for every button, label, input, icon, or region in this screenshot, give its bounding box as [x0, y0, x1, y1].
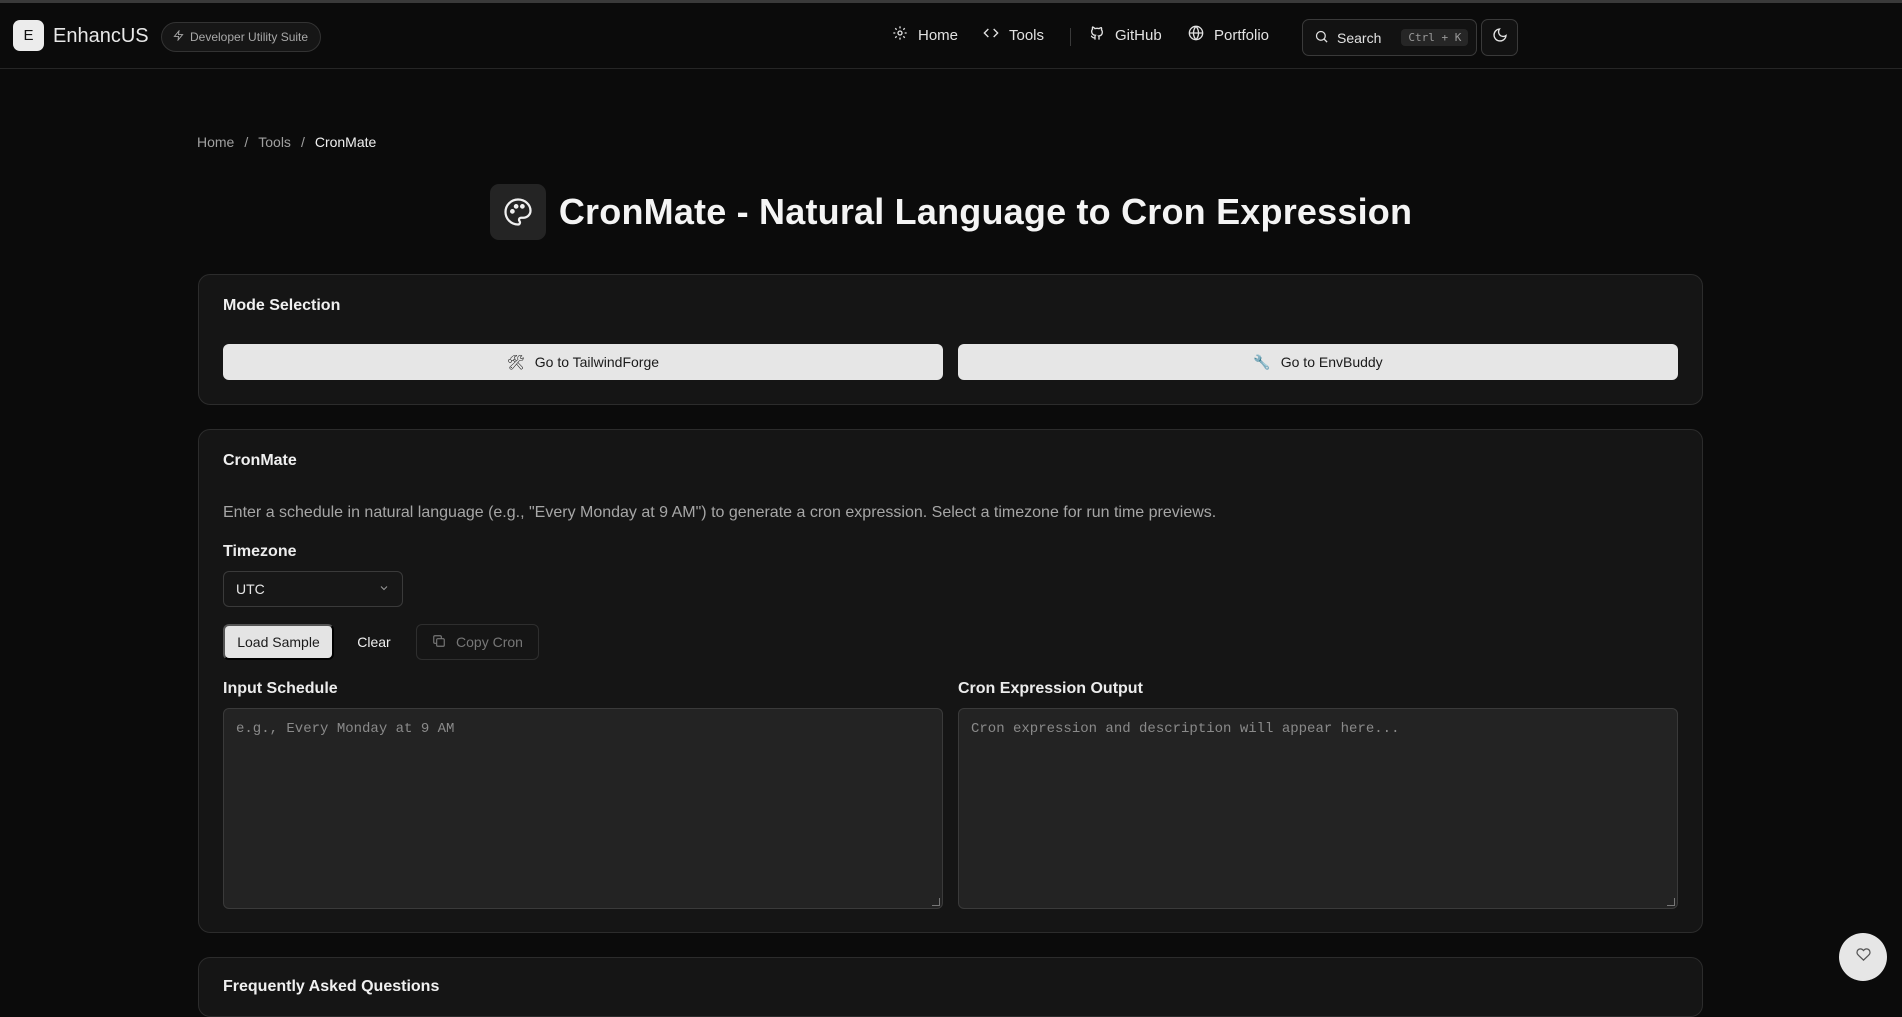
- cronmate-title: CronMate: [223, 452, 297, 469]
- breadcrumb-home[interactable]: Home: [197, 134, 234, 150]
- nav-portfolio[interactable]: Portfolio: [1188, 25, 1269, 45]
- cron-output-placeholder: Cron expression and description will app…: [971, 721, 1400, 737]
- go-to-tailwindforge-label: Go to TailwindForge: [534, 354, 660, 370]
- copy-cron-label: Copy Cron: [456, 634, 523, 650]
- nav-tools-label: Tools: [1009, 26, 1045, 44]
- page-title: CronMate - Natural Language to Cron Expr…: [558, 191, 1413, 232]
- app-header: E EnhancUS Developer Utility Suite Home …: [0, 3, 1902, 69]
- logo-letter: E: [23, 27, 34, 44]
- breadcrumb-separator: /: [300, 134, 305, 150]
- cron-output-label: Cron Expression Output: [958, 680, 1143, 697]
- logo-badge[interactable]: E: [13, 20, 44, 51]
- faq-title: Frequently Asked Questions: [223, 978, 440, 995]
- breadcrumb-tools[interactable]: Tools: [258, 134, 291, 150]
- breadcrumb-separator: /: [244, 134, 249, 150]
- go-to-envbuddy-label: Go to EnvBuddy: [1280, 354, 1383, 370]
- input-schedule-textarea[interactable]: e.g., Every Monday at 9 AM: [223, 708, 943, 909]
- go-to-envbuddy-button[interactable]: 🔧 Go to EnvBuddy: [958, 344, 1678, 380]
- cronmate-card: CronMate Enter a schedule in natural lan…: [198, 429, 1703, 933]
- load-sample-button[interactable]: Load Sample: [223, 624, 334, 660]
- breadcrumb: Home / Tools / CronMate: [197, 134, 376, 150]
- github-icon: [1089, 25, 1105, 45]
- breadcrumb-current: CronMate: [314, 134, 377, 150]
- heart-icon: [1855, 947, 1871, 967]
- page-heading: CronMate - Natural Language to Cron Expr…: [0, 184, 1902, 240]
- nav-tools[interactable]: Tools: [983, 25, 1044, 45]
- search-icon: [1314, 29, 1329, 47]
- nav-home-label: Home: [918, 26, 959, 44]
- search-shortcut: Ctrl + K: [1401, 29, 1469, 46]
- faq-card: Frequently Asked Questions: [198, 957, 1703, 1017]
- lightning-icon: [173, 29, 184, 44]
- timezone-label: Timezone: [223, 543, 297, 560]
- theme-toggle-button[interactable]: [1481, 19, 1518, 56]
- nav-divider: [1070, 28, 1071, 46]
- search-button[interactable]: Search Ctrl + K: [1302, 19, 1477, 56]
- nav-portfolio-label: Portfolio: [1214, 26, 1270, 44]
- timezone-select[interactable]: UTC: [223, 571, 403, 607]
- cron-output-textarea[interactable]: Cron expression and description will app…: [958, 708, 1678, 909]
- nav-home[interactable]: Home: [892, 25, 958, 45]
- resize-handle[interactable]: [1667, 898, 1675, 906]
- search-label: Search: [1337, 29, 1382, 46]
- code-icon: [983, 25, 999, 45]
- wrench-icon: 🔧: [1253, 353, 1271, 370]
- resize-handle[interactable]: [932, 898, 940, 906]
- chevron-down-icon: [378, 581, 390, 597]
- hammer-wrench-icon: 🛠: [506, 353, 525, 370]
- palette-icon: [489, 184, 546, 240]
- copy-cron-button[interactable]: Copy Cron: [416, 624, 539, 660]
- brand-name[interactable]: EnhancUS: [53, 25, 149, 48]
- nav-github[interactable]: GitHub: [1089, 25, 1162, 45]
- copy-icon: [432, 634, 446, 651]
- input-schedule-label: Input Schedule: [223, 680, 338, 697]
- clear-button[interactable]: Clear: [336, 624, 412, 660]
- mode-selection-card: Mode Selection 🛠 Go to TailwindForge 🔧 G…: [198, 274, 1703, 405]
- input-schedule-placeholder: e.g., Every Monday at 9 AM: [236, 721, 455, 737]
- go-to-tailwindforge-button[interactable]: 🛠 Go to TailwindForge: [223, 344, 943, 380]
- favorite-button[interactable]: [1839, 933, 1887, 981]
- moon-icon: [1492, 27, 1508, 48]
- suite-badge-label: Developer Utility Suite: [190, 30, 309, 44]
- timezone-value: UTC: [236, 581, 265, 597]
- mode-selection-title: Mode Selection: [223, 297, 341, 314]
- suite-badge: Developer Utility Suite: [161, 22, 322, 52]
- nav-github-label: GitHub: [1115, 26, 1162, 44]
- cronmate-description: Enter a schedule in natural language (e.…: [223, 504, 1217, 521]
- gear-icon: [892, 25, 908, 45]
- globe-icon: [1188, 25, 1204, 45]
